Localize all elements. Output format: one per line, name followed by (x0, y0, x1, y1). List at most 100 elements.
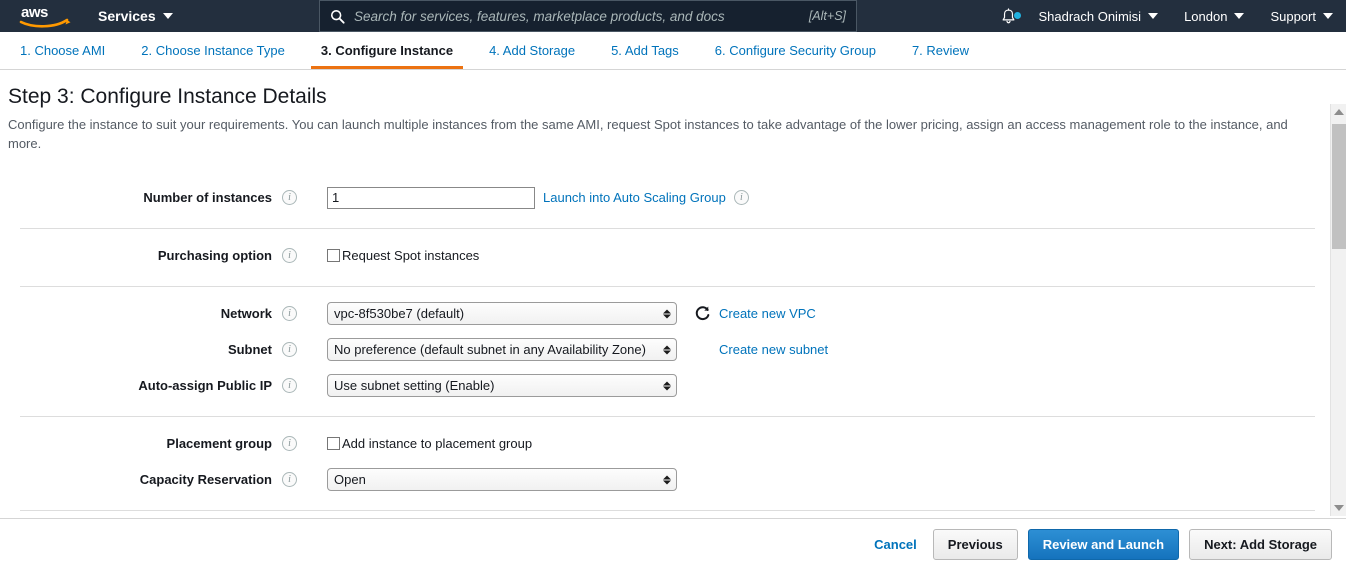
cancel-button[interactable]: Cancel (868, 529, 923, 560)
step-tab-5-add-tags[interactable]: 5. Add Tags (601, 44, 689, 69)
step-tab-2-choose-instance-type[interactable]: 2. Choose Instance Type (131, 44, 295, 69)
info-icon-subnet[interactable]: i (282, 342, 297, 357)
step-tab-label: 5. Add Tags (611, 43, 679, 58)
label-number-of-instances: Number of instances (20, 190, 282, 205)
step-tab-1-choose-ami[interactable]: 1. Choose AMI (10, 44, 115, 69)
top-nav-right-group: Shadrach Onimisi London Support (986, 0, 1346, 32)
row-number-of-instances: Number of instances i Launch into Auto S… (20, 181, 1315, 215)
request-spot-instances-checkbox[interactable] (327, 249, 340, 262)
search-shortcut-hint: [Alt+S] (809, 9, 846, 23)
add-instance-to-placement-group-checkbox-row[interactable]: Add instance to placement group (327, 436, 532, 451)
network-select[interactable]: vpc-8f530be7 (default) (327, 302, 677, 325)
account-menu[interactable]: Shadrach Onimisi (1025, 0, 1171, 32)
add-instance-to-placement-group-label[interactable]: Add instance to placement group (342, 436, 532, 451)
scroll-up-button[interactable] (1331, 104, 1346, 120)
step-tab-6-configure-security-group[interactable]: 6. Configure Security Group (705, 44, 886, 69)
search-input[interactable] (354, 9, 801, 24)
network-select-value: vpc-8f530be7 (default) (334, 306, 464, 321)
request-spot-instances-checkbox-row[interactable]: Request Spot instances (327, 248, 479, 263)
scroll-down-button[interactable] (1331, 500, 1346, 516)
field-capacity-reservation: Open (327, 468, 677, 491)
row-placement-group: Placement group i Add instance to placem… (20, 427, 1315, 461)
step-tab-3-configure-instance[interactable]: 3. Configure Instance (311, 44, 463, 69)
form-group-number-of-instances: Number of instances i Launch into Auto S… (20, 171, 1315, 229)
svg-text:aws: aws (21, 4, 48, 21)
scroll-thumb[interactable] (1332, 124, 1346, 249)
field-placement-group: Add instance to placement group (327, 436, 532, 451)
select-arrows-icon (662, 378, 671, 393)
auto-assign-public-ip-select-value: Use subnet setting (Enable) (334, 378, 494, 393)
region-menu[interactable]: London (1171, 0, 1257, 32)
step-tab-label: 3. Configure Instance (321, 43, 453, 58)
previous-button[interactable]: Previous (933, 529, 1018, 560)
step-tab-label: 1. Choose AMI (20, 43, 105, 58)
notification-badge-dot (1014, 12, 1021, 19)
create-new-subnet-link[interactable]: Create new subnet (719, 342, 828, 357)
row-purchasing-option: Purchasing option i Request Spot instanc… (20, 239, 1315, 273)
chevron-down-icon (1234, 13, 1244, 19)
search-icon (330, 9, 345, 24)
field-number-of-instances: Launch into Auto Scaling Group i (327, 187, 749, 209)
launch-into-auto-scaling-group-link[interactable]: Launch into Auto Scaling Group (543, 190, 726, 205)
request-spot-instances-label[interactable]: Request Spot instances (342, 248, 479, 263)
support-menu[interactable]: Support (1257, 0, 1346, 32)
form-group-purchasing-option: Purchasing option i Request Spot instanc… (20, 229, 1315, 287)
info-icon-purchasing-option[interactable]: i (282, 248, 297, 263)
form-group-placement: Placement group i Add instance to placem… (20, 417, 1315, 511)
capacity-reservation-select[interactable]: Open (327, 468, 677, 491)
review-and-launch-button[interactable]: Review and Launch (1028, 529, 1179, 560)
global-search-bar[interactable]: [Alt+S] (319, 0, 857, 32)
info-icon-number-of-instances[interactable]: i (282, 190, 297, 205)
support-menu-label: Support (1270, 9, 1316, 24)
add-instance-to-placement-group-checkbox[interactable] (327, 437, 340, 450)
aws-logo[interactable]: aws (16, 0, 74, 32)
create-new-vpc-link[interactable]: Create new VPC (719, 306, 816, 321)
label-purchasing-option: Purchasing option (20, 248, 282, 263)
capacity-reservation-select-value: Open (334, 472, 366, 487)
page-description: Configure the instance to suit your requ… (8, 116, 1293, 154)
field-auto-assign-public-ip: Use subnet setting (Enable) (327, 374, 677, 397)
info-icon-placement-group[interactable]: i (282, 436, 297, 451)
label-network: Network (20, 306, 282, 321)
next-add-storage-button[interactable]: Next: Add Storage (1189, 529, 1332, 560)
step-tab-label: 4. Add Storage (489, 43, 575, 58)
info-icon-capacity-reservation[interactable]: i (282, 472, 297, 487)
configure-instance-form: Number of instances i Launch into Auto S… (0, 171, 1346, 518)
info-icon-network[interactable]: i (282, 306, 297, 321)
subnet-select-value: No preference (default subnet in any Ava… (334, 342, 646, 357)
row-capacity-reservation: Capacity Reservation i Open (20, 463, 1315, 497)
auto-assign-public-ip-select[interactable]: Use subnet setting (Enable) (327, 374, 677, 397)
row-auto-assign-public-ip: Auto-assign Public IP i Use subnet setti… (20, 369, 1315, 403)
info-icon-auto-assign-public-ip[interactable]: i (282, 378, 297, 393)
info-icon-auto-scaling-group[interactable]: i (734, 190, 749, 205)
step-tab-label: 2. Choose Instance Type (141, 43, 285, 58)
refresh-icon-network[interactable] (693, 305, 711, 323)
row-network: Network i vpc-8f530be7 (default) (20, 297, 1315, 331)
step-tab-label: 6. Configure Security Group (715, 43, 876, 58)
chevron-down-icon (1148, 13, 1158, 19)
select-arrows-icon (662, 306, 671, 321)
field-purchasing-option: Request Spot instances (327, 248, 479, 263)
wizard-footer: Cancel Previous Review and Launch Next: … (0, 518, 1346, 569)
step-tab-7-review[interactable]: 7. Review (902, 44, 979, 69)
label-placement-group: Placement group (20, 436, 282, 451)
label-subnet: Subnet (20, 342, 282, 357)
chevron-down-icon (1323, 13, 1333, 19)
step-tab-4-add-storage[interactable]: 4. Add Storage (479, 44, 585, 69)
services-menu[interactable]: Services (98, 8, 173, 24)
top-navigation-bar: aws Services [Alt+S] Shadrach (0, 0, 1346, 32)
step-tab-label: 7. Review (912, 43, 969, 58)
page-title: Step 3: Configure Instance Details (8, 84, 1346, 109)
notifications-bell-icon[interactable] (986, 8, 1025, 25)
account-menu-label: Shadrach Onimisi (1038, 9, 1141, 24)
scroll-down-arrow-icon (1334, 505, 1344, 511)
scroll-up-arrow-icon (1334, 109, 1344, 115)
subnet-select[interactable]: No preference (default subnet in any Ava… (327, 338, 677, 361)
wizard-step-tabs: 1. Choose AMI 2. Choose Instance Type 3.… (0, 32, 1346, 70)
select-arrows-icon (662, 342, 671, 357)
form-group-directory-and-iam: Domain join directory i No directory (20, 511, 1315, 518)
number-of-instances-input[interactable] (327, 187, 535, 209)
form-group-network: Network i vpc-8f530be7 (default) (20, 287, 1315, 417)
vertical-scrollbar[interactable] (1330, 104, 1346, 516)
chevron-down-icon (163, 13, 173, 19)
